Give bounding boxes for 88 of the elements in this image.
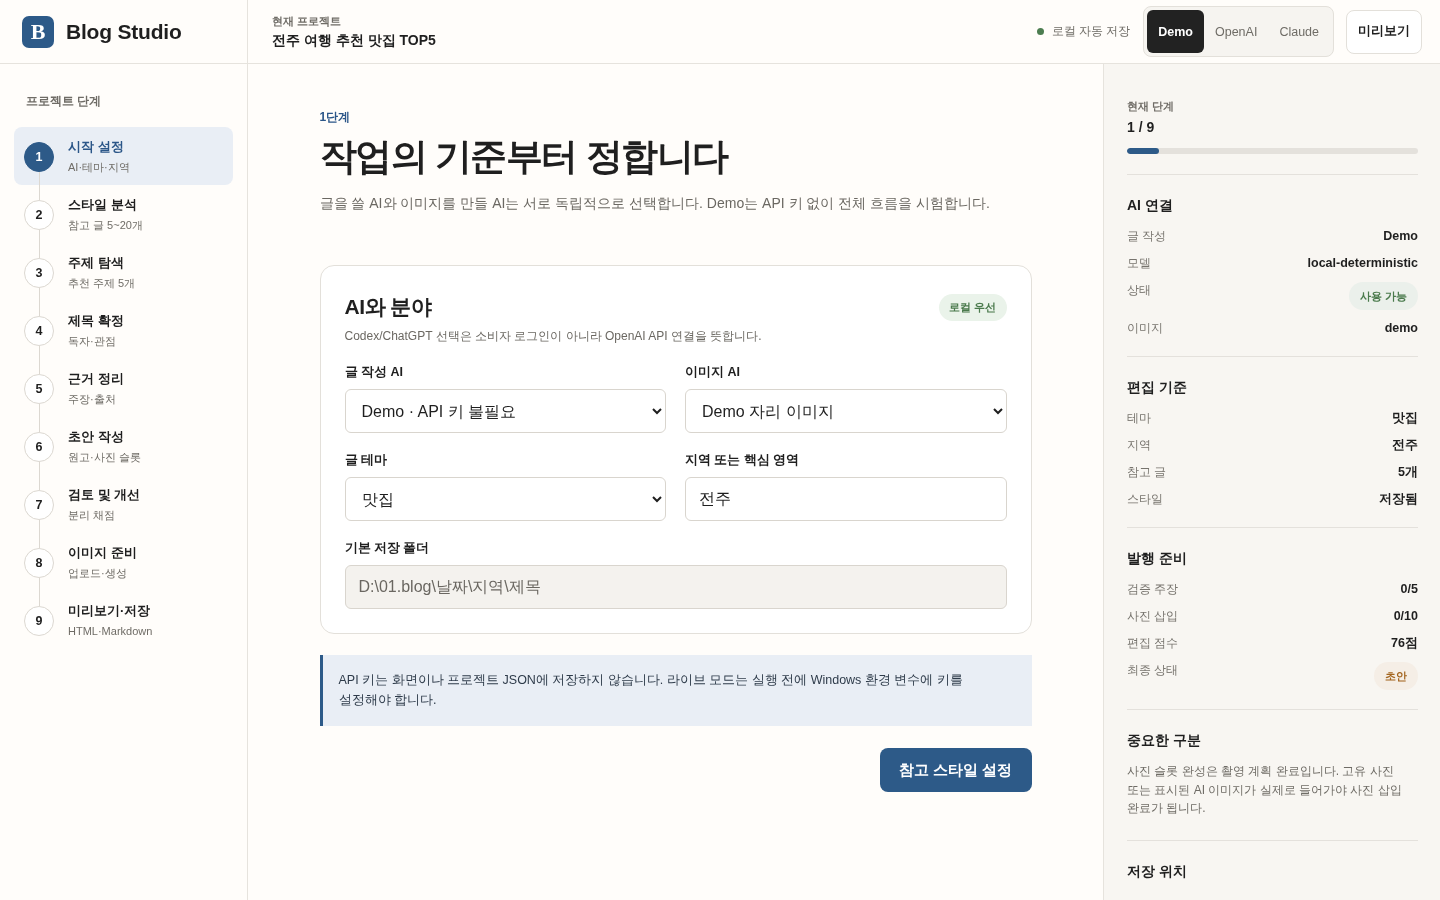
summary-label: 사진 삽입	[1127, 608, 1179, 625]
priority-tag: 로컬 우선	[939, 293, 1007, 321]
step-subtitle: HTML·Markdown	[68, 624, 153, 639]
step-subtitle: AI·테마·지역	[68, 160, 130, 175]
save-status: 로컬 자동 저장	[1051, 23, 1131, 40]
summary-label: 상태	[1127, 282, 1151, 299]
section-title: 발행 준비	[1127, 549, 1188, 568]
summary-label: 최종 상태	[1127, 662, 1179, 679]
summary-value: 0/10	[1393, 608, 1418, 625]
provider-tab[interactable]: Demo	[1147, 10, 1204, 53]
status-dot-icon	[1036, 28, 1044, 35]
text-field[interactable]: 전주	[685, 477, 1007, 521]
section-title: 저장 위치	[1127, 861, 1188, 881]
summary-value: 전주	[1392, 437, 1418, 454]
step-subtitle: 업로드·생성	[68, 566, 128, 581]
app-logo: B	[22, 15, 54, 48]
card-note: Codex/ChatGPT 선택은 소비자 로그인이 아니라 OpenAI API 연결을 뜻합니다.	[344, 328, 763, 345]
summary-label: 검증 주장	[1127, 581, 1179, 598]
summary-label: 편집 점수	[1127, 635, 1179, 652]
summary-value: 5개	[1398, 464, 1418, 481]
step-title: 시작 설정	[68, 138, 125, 156]
project-title: 전주 여행 추천 맛집 TOP5	[272, 31, 436, 50]
step-number: 4	[24, 316, 54, 346]
summary-value: 0/5	[1400, 581, 1418, 598]
summary-value: local-deterministic	[1307, 255, 1418, 272]
select-field[interactable]: 맛집	[344, 477, 666, 521]
summary-label: 참고 글	[1127, 464, 1167, 481]
step-title: 초안 작성	[68, 428, 125, 446]
step-number: 5	[24, 374, 54, 404]
step-number: 2	[24, 200, 54, 230]
step-title: 근거 정리	[68, 370, 124, 388]
status-tag: 사용 가능	[1348, 282, 1418, 310]
page-title: 작업의 기준부터 정합니다	[319, 135, 730, 179]
step-number: 8	[24, 548, 54, 578]
step-subtitle: 분리 채점	[68, 508, 117, 523]
info-notice: API 키는 화면이나 프로젝트 JSON에 저장하지 않습니다. 라이브 모드는 실행 전에 Windows 환경 변수에 키를 설정해야 합니다.	[319, 655, 1032, 726]
status-tag: 초안	[1374, 662, 1418, 690]
preview-button[interactable]: 미리보기	[1346, 9, 1422, 54]
step-title: 검토 및 개선	[68, 486, 141, 504]
step-number: 7	[24, 490, 54, 520]
field-label: 글 작성 AI	[344, 364, 404, 381]
select-field[interactable]: Demo 자리 이미지	[685, 389, 1007, 433]
step-number: 9	[24, 606, 54, 636]
page-description: 글을 쓸 AI와 이미지를 만들 AI는 서로 독립적으로 선택합니다. Demo는 API 키 없이 전체 흐름을 시험합니다.	[319, 194, 991, 213]
field-label: 기본 저장 폴더	[344, 540, 431, 557]
field-label: 지역 또는 핵심 영역	[685, 452, 801, 469]
summary-label: 글 작성	[1127, 228, 1167, 245]
provider-tab[interactable]: OpenAI	[1204, 10, 1269, 53]
summary-value: 저장됨	[1379, 491, 1418, 508]
summary-value: demo	[1384, 320, 1418, 337]
summary-value: 맛집	[1392, 410, 1418, 427]
provider-tab[interactable]: Claude	[1268, 10, 1330, 53]
step-label: 1단계	[319, 109, 352, 125]
step-subtitle: 원고·사진 슬롯	[68, 450, 141, 465]
step-title: 미리보기·저장	[68, 602, 152, 620]
summary-value: 76점	[1391, 635, 1418, 652]
step-title: 이미지 준비	[68, 544, 137, 562]
step-subtitle: 주장·출처	[68, 392, 117, 407]
summary-value: Demo	[1383, 228, 1418, 245]
step-number: 1	[24, 142, 54, 172]
summary-label: 테마	[1127, 410, 1151, 427]
step-subtitle: 추천 주제 5개	[68, 276, 136, 291]
section-text: 사진 슬롯 완성은 촬영 계획 완료입니다. 고유 사진 또는 표시된 AI 이미지가 실제로 들어가야 사진 삽입 완료가 됩니다.	[1127, 763, 1403, 817]
select-field[interactable]: Demo · API 키 불필요	[344, 389, 666, 433]
step-subtitle: 독자·관점	[68, 334, 117, 349]
step-subtitle: 참고 글 5~20개	[68, 218, 143, 233]
section-title: 편집 기준	[1127, 378, 1188, 397]
app-name: Blog Studio	[66, 19, 182, 44]
summary-label: 지역	[1127, 437, 1151, 454]
step-number: 3	[24, 258, 54, 288]
section-title: AI 연결	[1127, 196, 1174, 215]
step-number: 6	[24, 432, 54, 462]
next-step-button[interactable]: 참고 스타일 설정	[880, 748, 1032, 792]
section-title: 중요한 구분	[1127, 731, 1202, 750]
summary-label: 모델	[1127, 255, 1151, 272]
summary-label: 이미지	[1127, 320, 1163, 337]
progress-label: 현재 단계	[1127, 99, 1176, 114]
step-title: 주제 탐색	[68, 254, 125, 272]
step-title: 스타일 분석	[68, 196, 138, 214]
progress-value: 1 / 9	[1127, 118, 1156, 137]
sidebar-title: 프로젝트 단계	[25, 93, 103, 109]
field-label: 글 테마	[344, 452, 388, 469]
step-title: 제목 확정	[68, 312, 124, 330]
summary-label: 스타일	[1127, 491, 1163, 508]
project-label: 현재 프로젝트	[272, 13, 343, 29]
field-label: 이미지 AI	[685, 364, 741, 381]
step-item[interactable]: 9 미리보기·저장 HTML·Markdown	[14, 591, 233, 649]
card-title: AI와 분야	[344, 294, 432, 320]
